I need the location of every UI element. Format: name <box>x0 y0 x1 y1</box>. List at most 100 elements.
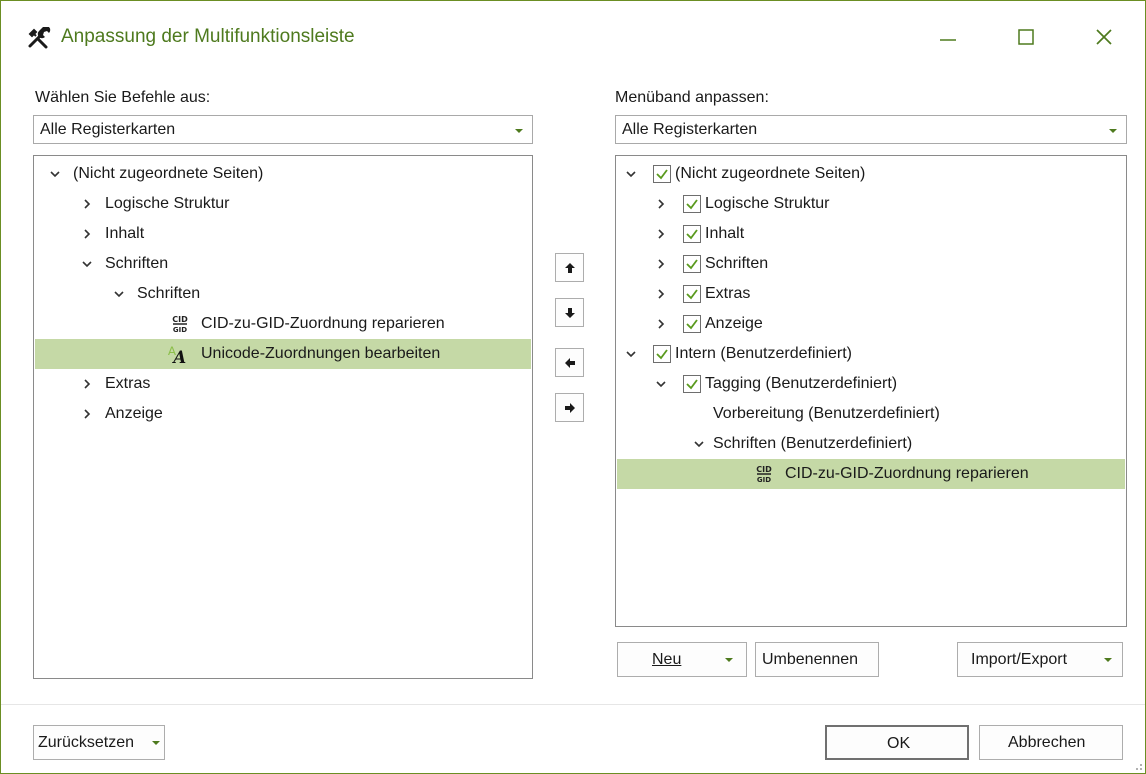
svg-text:GID: GID <box>173 326 187 334</box>
chevron-right-icon <box>658 229 665 239</box>
dropdown-arrow-icon <box>515 129 523 133</box>
import-export-button[interactable]: Import/Export <box>957 642 1123 677</box>
checkbox[interactable] <box>653 345 671 363</box>
close-icon <box>1096 29 1112 45</box>
tree-item-label: Schriften <box>105 255 169 272</box>
tree-item-label: Schriften (Benutzerdefiniert) <box>713 435 913 452</box>
ribbon-item-preparation[interactable]: Vorbereitung (Benutzerdefiniert) <box>617 399 1125 429</box>
tree-item-label: Logische Struktur <box>105 195 230 212</box>
remove-arrow-icon <box>565 358 575 368</box>
tree-item-content[interactable]: Inhalt <box>35 219 531 249</box>
checkbox[interactable] <box>683 375 701 393</box>
tree-item-label: (Nicht zugeordnete Seiten) <box>73 165 264 182</box>
tree-item-logical-structure[interactable]: Logische Struktur <box>35 189 531 219</box>
cid-gid-icon: CID GID <box>756 465 772 484</box>
ribbon-item-extras[interactable]: Extras <box>617 279 1125 309</box>
minimize-button[interactable] <box>925 17 971 57</box>
commands-tree[interactable]: (Nicht zugeordnete Seiten) Logische Stru… <box>33 155 533 679</box>
check-icon <box>686 289 698 300</box>
ribbon-item-cid-gid[interactable]: CID GID CID-zu-GID-Zuordnung reparieren <box>617 459 1125 489</box>
footer-separator <box>1 704 1145 705</box>
choose-commands-value: Alle Registerkarten <box>40 121 176 138</box>
tree-item-label: Inhalt <box>705 225 745 242</box>
check-icon <box>686 379 698 390</box>
chevron-right-icon <box>658 289 665 299</box>
chevron-down-icon <box>626 171 636 178</box>
add-button[interactable] <box>555 393 584 422</box>
ribbon-item-fonts[interactable]: Schriften <box>617 249 1125 279</box>
remove-button[interactable] <box>555 348 584 377</box>
tree-item-label: Vorbereitung (Benutzerdefiniert) <box>713 405 940 422</box>
checkbox[interactable] <box>683 285 701 303</box>
tree-item-label: Tagging (Benutzerdefiniert) <box>705 375 898 392</box>
ribbon-item-unassigned-pages[interactable]: (Nicht zugeordnete Seiten) <box>617 159 1125 189</box>
new-button-label: Neu <box>652 651 682 668</box>
tree-item-cid-gid[interactable]: CID GID CID-zu-GID-Zuordnung reparieren <box>35 309 531 339</box>
ok-button[interactable]: OK <box>825 725 969 760</box>
ribbon-item-tagging[interactable]: Tagging (Benutzerdefiniert) <box>617 369 1125 399</box>
dropdown-arrow-icon <box>725 658 733 662</box>
chevron-down-icon <box>114 291 124 298</box>
tree-item-extras[interactable]: Extras <box>35 369 531 399</box>
tree-item-label: Intern (Benutzerdefiniert) <box>675 345 852 362</box>
tree-item-label: Logische Struktur <box>705 195 830 212</box>
ribbon-item-view[interactable]: Anzeige <box>617 309 1125 339</box>
chevron-right-icon <box>658 319 665 329</box>
reset-button[interactable]: Zurücksetzen <box>33 725 165 760</box>
checkbox[interactable] <box>683 225 701 243</box>
rename-button[interactable]: Umbenennen <box>755 642 879 677</box>
tree-item-label: Schriften <box>705 255 769 272</box>
check-icon <box>656 349 668 360</box>
move-up-button[interactable] <box>555 253 584 282</box>
add-arrow-icon <box>565 403 575 413</box>
chevron-right-icon <box>84 199 91 209</box>
move-down-icon <box>565 308 575 318</box>
checkbox[interactable] <box>683 195 701 213</box>
dropdown-arrow-icon <box>1104 658 1112 662</box>
chevron-right-icon <box>658 259 665 269</box>
ribbon-item-logical-structure[interactable]: Logische Struktur <box>617 189 1125 219</box>
maximize-button[interactable] <box>1003 17 1049 57</box>
customize-ribbon-combo[interactable]: Alle Registerkarten <box>615 115 1127 144</box>
check-icon <box>656 169 668 180</box>
choose-commands-combo[interactable]: Alle Registerkarten <box>33 115 533 144</box>
chevron-down-icon <box>694 441 704 448</box>
chevron-down-icon <box>82 261 92 268</box>
tree-item-fonts-group[interactable]: Schriften <box>35 279 531 309</box>
customize-ribbon-label: Menüband anpassen: <box>615 89 769 106</box>
tree-item-unassigned-pages[interactable]: (Nicht zugeordnete Seiten) <box>35 159 531 189</box>
tree-item-label: Extras <box>105 375 151 392</box>
cancel-button[interactable]: Abbrechen <box>979 725 1123 760</box>
resize-grip-icon[interactable] <box>1131 759 1143 771</box>
tree-item-view[interactable]: Anzeige <box>35 399 531 429</box>
checkbox[interactable] <box>683 315 701 333</box>
tree-item-fonts[interactable]: Schriften <box>35 249 531 279</box>
chevron-down-icon <box>50 171 60 178</box>
customize-ribbon-value: Alle Registerkarten <box>622 121 758 138</box>
ribbon-tree[interactable]: (Nicht zugeordnete Seiten) Logische Stru… <box>615 155 1127 627</box>
minimize-icon <box>940 39 956 41</box>
close-button[interactable] <box>1081 17 1127 57</box>
checkbox[interactable] <box>683 255 701 273</box>
checkbox[interactable] <box>653 165 671 183</box>
tree-item-label: (Nicht zugeordnete Seiten) <box>675 165 866 182</box>
check-icon <box>686 259 698 270</box>
move-down-button[interactable] <box>555 298 584 327</box>
chevron-down-icon <box>626 351 636 358</box>
window-title: Anpassung der Multifunktionsleiste <box>61 26 355 47</box>
chevron-right-icon <box>84 229 91 239</box>
maximize-icon <box>1018 29 1034 45</box>
ribbon-item-content[interactable]: Inhalt <box>617 219 1125 249</box>
ribbon-item-internal[interactable]: Intern (Benutzerdefiniert) <box>617 339 1125 369</box>
ribbon-item-fonts-custom[interactable]: Schriften (Benutzerdefiniert) <box>617 429 1125 459</box>
chevron-right-icon <box>658 199 665 209</box>
tree-item-label: Schriften <box>137 285 201 302</box>
dropdown-arrow-icon <box>1109 129 1117 133</box>
new-button[interactable]: Neu <box>617 642 747 677</box>
cid-gid-icon: CID GID <box>172 315 188 334</box>
tree-item-unicode-mappings[interactable]: A A Unicode-Zuordnungen bearbeiten <box>35 339 531 369</box>
check-icon <box>686 199 698 210</box>
title-bar: Anpassung der Multifunktionsleiste <box>1 1 1145 75</box>
reset-button-label: Zurücksetzen <box>38 734 135 751</box>
customize-ribbon-dialog: Anpassung der Multifunktionsleiste Wähle… <box>0 0 1146 774</box>
